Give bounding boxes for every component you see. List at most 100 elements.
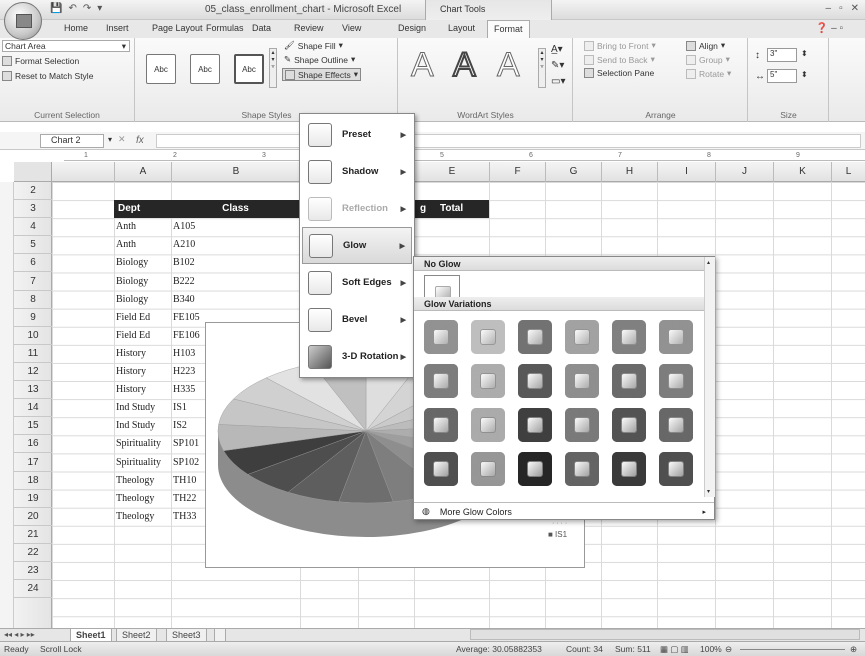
- row-header[interactable]: 14: [14, 399, 52, 418]
- glow-variation-option[interactable]: [424, 452, 458, 486]
- tab-layout[interactable]: Layout: [446, 23, 477, 33]
- row-header[interactable]: 9: [14, 309, 52, 327]
- shape-style-1[interactable]: Abc: [146, 54, 176, 84]
- row-header[interactable]: 8: [14, 291, 52, 309]
- glow-variation-option[interactable]: [612, 320, 646, 354]
- tab-insert[interactable]: Insert: [104, 23, 131, 33]
- row-header[interactable]: 6: [14, 254, 52, 273]
- shape-outline-button[interactable]: ✎ Shape Outline ▾: [284, 54, 355, 65]
- row-header[interactable]: 21: [14, 526, 52, 544]
- menu-item-glow[interactable]: Glow ▶: [302, 227, 412, 264]
- glow-variation-option[interactable]: [565, 320, 599, 354]
- glow-variation-option[interactable]: [518, 320, 552, 354]
- row-header[interactable]: 13: [14, 381, 52, 400]
- row-header[interactable]: 10: [14, 327, 52, 345]
- glow-variation-option[interactable]: [612, 364, 646, 398]
- row-header[interactable]: 17: [14, 454, 52, 472]
- glow-variation-option[interactable]: [659, 364, 693, 398]
- tab-design[interactable]: Design: [396, 23, 428, 33]
- shape-style-2[interactable]: Abc: [190, 54, 220, 84]
- row-header[interactable]: 22: [14, 544, 52, 562]
- formula-input[interactable]: [156, 134, 861, 148]
- menu-item-3-d-rotation[interactable]: 3-D Rotation ▶: [302, 338, 412, 375]
- glow-variation-option[interactable]: [565, 408, 599, 442]
- row-header[interactable]: 20: [14, 508, 52, 526]
- spinner-icon[interactable]: ⬍: [801, 70, 808, 79]
- send-to-back-button[interactable]: Send to Back ▾: [584, 54, 655, 65]
- chevron-down-icon[interactable]: ▾: [707, 488, 710, 495]
- text-effects-buttons[interactable]: A̲▾ ✎▾ ▭▾: [551, 42, 565, 90]
- row-header[interactable]: 7: [14, 273, 52, 291]
- row-header[interactable]: 15: [14, 417, 52, 436]
- tab-formulas[interactable]: Formulas: [204, 23, 246, 33]
- bring-to-front-button[interactable]: Bring to Front ▾: [584, 40, 656, 51]
- glow-variation-option[interactable]: [424, 408, 458, 442]
- more-glow-colors-item[interactable]: ◍ More Glow Colors ▸: [414, 502, 714, 520]
- width-field[interactable]: 5": [767, 69, 797, 83]
- text-outline-icon[interactable]: ✎▾: [551, 60, 564, 71]
- row-header[interactable]: 19: [14, 490, 52, 508]
- column-header-b[interactable]: B: [171, 162, 300, 182]
- zoom-level[interactable]: 100%: [700, 644, 722, 654]
- column-header-h[interactable]: H: [601, 162, 657, 182]
- zoom-in-icon[interactable]: ⊕: [850, 644, 857, 655]
- align-button[interactable]: Align ▾: [686, 40, 725, 51]
- zoom-out-icon[interactable]: ⊖: [725, 644, 732, 655]
- column-header-l[interactable]: L: [831, 162, 865, 182]
- redo-icon[interactable]: ↷: [83, 3, 91, 14]
- tab-review[interactable]: Review: [292, 23, 326, 33]
- column-header-i[interactable]: I: [657, 162, 715, 182]
- name-box[interactable]: Chart 2: [40, 134, 104, 148]
- column-header-g[interactable]: G: [545, 162, 601, 182]
- format-selection-button[interactable]: Format Selection: [2, 56, 79, 66]
- shape-effects-button[interactable]: Shape Effects ▾: [282, 68, 362, 81]
- tab-page-layout[interactable]: Page Layout: [150, 23, 205, 33]
- wordart-style-3[interactable]: A: [497, 46, 521, 85]
- column-header-f[interactable]: F: [489, 162, 545, 182]
- view-buttons[interactable]: ▦ ▢ ▥: [660, 644, 689, 655]
- glow-variation-option[interactable]: [518, 408, 552, 442]
- column-header-k[interactable]: K: [773, 162, 831, 182]
- rotate-button[interactable]: Rotate ▾: [686, 68, 731, 79]
- shape-fill-button[interactable]: 🖌 Shape Fill ▾: [284, 40, 343, 51]
- chevron-up-icon[interactable]: ▴: [707, 259, 710, 266]
- glow-variation-option[interactable]: [471, 408, 505, 442]
- chevron-down-icon[interactable]: ▾: [108, 135, 112, 144]
- shape-styles-scroll[interactable]: ▴ ▾ ▿: [269, 48, 277, 88]
- close-icon[interactable]: ✕: [851, 3, 859, 14]
- column-header-e[interactable]: E: [414, 162, 489, 182]
- group-button[interactable]: Group ▾: [686, 54, 730, 65]
- tab-format[interactable]: Format: [487, 20, 530, 38]
- menu-item-bevel[interactable]: Bevel ▶: [302, 301, 412, 338]
- row-header[interactable]: 11: [14, 345, 52, 363]
- minimize-icon[interactable]: –: [826, 3, 832, 14]
- zoom-slider[interactable]: [740, 649, 845, 650]
- row-header[interactable]: 24: [14, 580, 52, 599]
- row-header[interactable]: 4: [14, 218, 52, 237]
- text-fill-icon[interactable]: A̲▾: [551, 44, 563, 55]
- cancel-icon[interactable]: ✕: [118, 134, 126, 145]
- glow-variation-option[interactable]: [471, 452, 505, 486]
- row-header[interactable]: 12: [14, 363, 52, 381]
- tab-data[interactable]: Data: [250, 23, 273, 33]
- column-header-a[interactable]: A: [114, 162, 171, 182]
- reset-style-button[interactable]: Reset to Match Style: [2, 71, 93, 81]
- menu-item-soft-edges[interactable]: Soft Edges ▶: [302, 264, 412, 301]
- glow-variation-option[interactable]: [659, 452, 693, 486]
- glow-variation-option[interactable]: [518, 452, 552, 486]
- tab-view[interactable]: View: [340, 23, 363, 33]
- selection-pane-button[interactable]: Selection Pane: [584, 68, 654, 78]
- row-header[interactable]: 2: [14, 182, 52, 200]
- insert-function-icon[interactable]: fx: [136, 135, 144, 146]
- save-icon[interactable]: 💾: [50, 3, 62, 14]
- wordart-scroll[interactable]: ▴ ▾ ▿: [538, 48, 546, 88]
- glow-variation-option[interactable]: [518, 364, 552, 398]
- chart-elements-dropdown[interactable]: Chart Area ▾: [2, 40, 130, 52]
- row-header[interactable]: 18: [14, 472, 52, 490]
- row-header[interactable]: 23: [14, 562, 52, 581]
- wordart-style-2[interactable]: A: [452, 45, 477, 85]
- row-header[interactable]: 5: [14, 236, 52, 255]
- height-field[interactable]: 3": [767, 48, 797, 62]
- help-icon[interactable]: ❓ – ▫: [816, 23, 843, 34]
- text-effects-icon[interactable]: ▭▾: [551, 76, 565, 87]
